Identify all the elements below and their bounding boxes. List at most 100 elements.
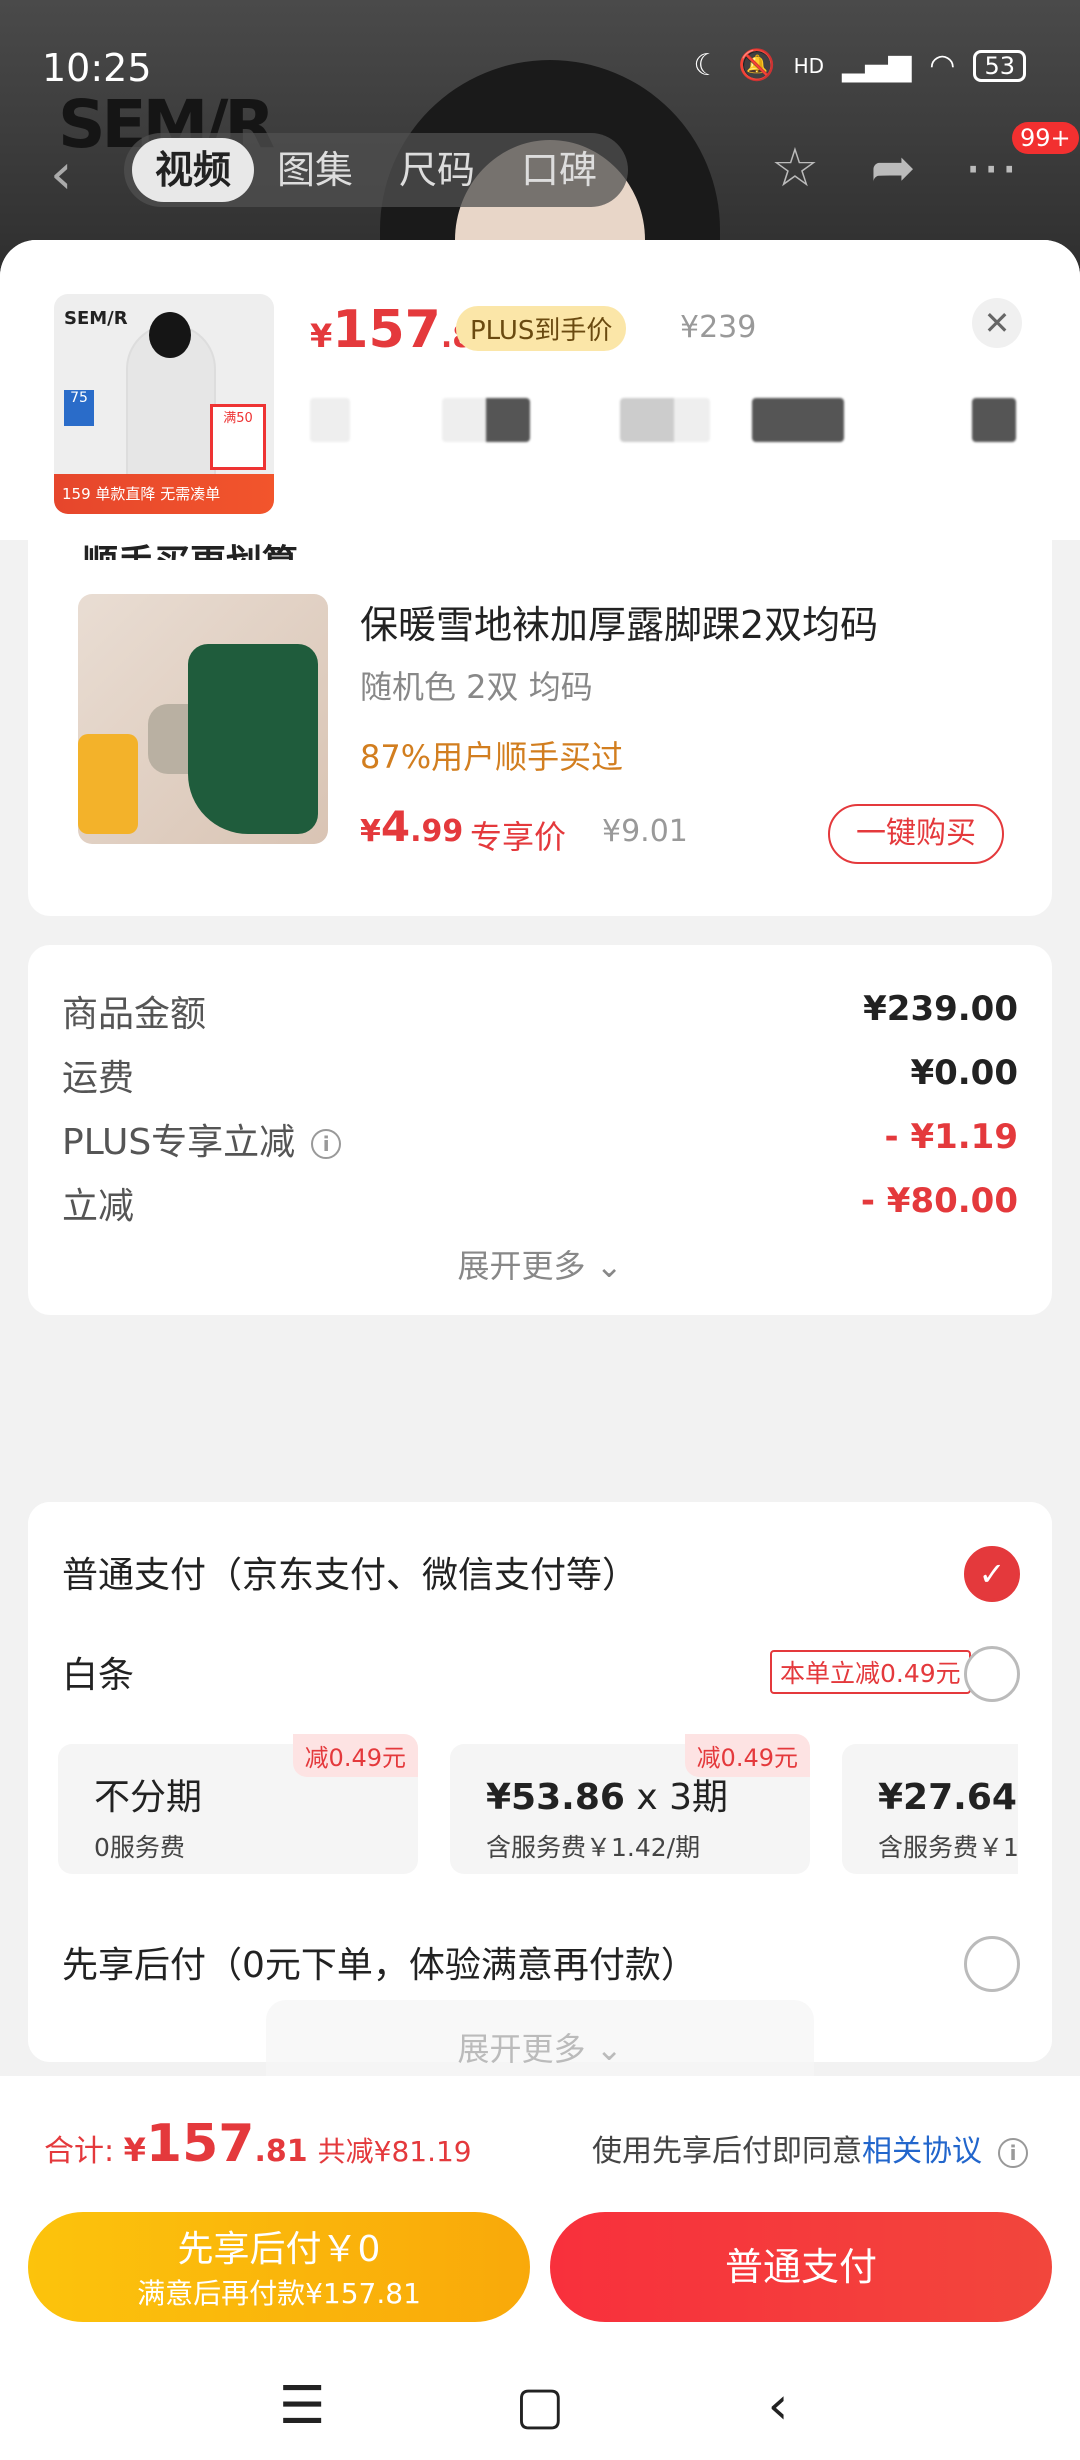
message-badge: 99+: [1012, 122, 1079, 154]
back-arrow-icon[interactable]: ‹: [50, 142, 72, 207]
plan-times: x: [624, 1777, 670, 1818]
thumb-brand: SEM/R: [64, 308, 128, 329]
summary-value: - ¥80.00: [860, 1181, 1018, 1221]
plan-main: ¥53.86 x 3期: [486, 1768, 728, 1820]
wifi-icon: ◠: [929, 48, 956, 83]
price-summary-card: 商品金额 ¥239.00 运费 ¥0.00 PLUS专享立减 i - ¥1.19 …: [28, 945, 1052, 1315]
plan-cut-tag: 减0.49元: [292, 1734, 418, 1777]
one-click-buy-button[interactable]: 一键购买: [828, 804, 1004, 864]
sku-options-blurred[interactable]: [310, 398, 1030, 442]
exclusive-label: 专享价: [470, 818, 567, 856]
pay-normal-radio[interactable]: ✓: [964, 1546, 1020, 1602]
status-time: 10:25: [42, 46, 152, 90]
addon-price-integer: 4: [380, 802, 411, 851]
tab-video[interactable]: 视频: [132, 138, 255, 202]
plan-6-periods[interactable]: ¥27.64 x 6期 含服务费￥1: [842, 1744, 1018, 1874]
pay-later-button[interactable]: 先享后付￥0 满意后再付款¥157.81: [28, 2212, 530, 2322]
battery-icon: 53: [973, 49, 1026, 82]
addon-title: 保暖雪地袜加厚露脚踝2双均码: [360, 603, 879, 647]
hd-label: HD: [793, 53, 825, 78]
installment-plans: 不分期 0服务费 减0.49元 ¥53.86 x 3期 含服务费￥1.42/期 …: [58, 1734, 1018, 1874]
chevron-down-icon: ⌄: [595, 1247, 623, 1285]
order-total: 合计: ¥157.81 共减¥81.19: [44, 2114, 472, 2174]
summary-label: 立减: [62, 1186, 135, 1227]
expand-label: 展开更多: [457, 2030, 586, 2068]
agreement-link[interactable]: 相关协议: [862, 2134, 982, 2169]
plan-cut-tag: 减0.49元: [684, 1734, 810, 1777]
normal-pay-button[interactable]: 普通支付: [550, 2212, 1052, 2322]
total-decimal: .81: [254, 2134, 308, 2169]
expand-label: 展开更多: [457, 1247, 586, 1285]
summary-row-plus-discount: PLUS专享立减 i - ¥1.19: [62, 1113, 1018, 1173]
plan-3-periods[interactable]: ¥53.86 x 3期 含服务费￥1.42/期 减0.49元: [450, 1734, 810, 1874]
total-saved: 共减¥81.19: [317, 2135, 472, 2168]
agreement-text: 使用先享后付即同意相关协议 i: [592, 2126, 1028, 2170]
signal-icon: ▂▄▆: [842, 48, 912, 83]
pay-later-button-sub: 满意后再付款¥157.81: [137, 2277, 421, 2310]
tab-reviews[interactable]: 口碑: [498, 138, 620, 202]
sock-product-image: [78, 594, 328, 844]
thumb-tag: 75: [64, 390, 94, 426]
star-icon[interactable]: ☆: [760, 136, 830, 206]
thumb-model-head: [149, 312, 191, 358]
summary-label: 运费: [62, 1058, 135, 1099]
checkout-footer: 合计: ¥157.81 共减¥81.19 使用先享后付即同意相关协议 i 先享后付￥…: [0, 2076, 1080, 2460]
back-icon[interactable]: ‹: [748, 2376, 808, 2436]
top-navigation: ‹ 视频 图集 尺码 口碑 ☆ ➦ ⋯ 99+: [0, 122, 1080, 218]
plan-amount: ¥53.86: [486, 1777, 625, 1818]
plan-sub: 0服务费: [94, 1833, 185, 1862]
baitiao-discount-tag: 本单立减0.49元: [770, 1650, 971, 1694]
close-button[interactable]: ✕: [972, 298, 1022, 348]
pay-later-label: 先享后付（0元下单，体验满意再付款）: [62, 1945, 697, 1986]
home-icon[interactable]: ▢: [510, 2376, 570, 2436]
price-integer: 157: [332, 300, 441, 360]
thumb-banner: 159 单款直降 无需凑单: [54, 474, 274, 514]
original-price: ¥239: [680, 310, 757, 345]
summary-row-subtotal: 商品金额 ¥239.00: [62, 985, 1018, 1045]
tab-size[interactable]: 尺码: [376, 138, 498, 202]
total-integer: 157: [145, 2114, 255, 2174]
expand-more-payment[interactable]: 展开更多 ⌄: [28, 2024, 1052, 2070]
addon-original-price: ¥9.01: [602, 814, 688, 849]
share-icon[interactable]: ➦: [858, 136, 928, 206]
summary-value: ¥239.00: [863, 989, 1018, 1029]
pay-baitiao-label: 白条: [62, 1655, 135, 1696]
chevron-down-icon: ⌄: [595, 2030, 623, 2068]
pay-later-radio[interactable]: [964, 1936, 1020, 1992]
media-tabs: 视频 图集 尺码 口碑: [124, 133, 629, 207]
expand-more-summary[interactable]: 展开更多 ⌄: [28, 1241, 1052, 1287]
summary-label: PLUS专享立减 i: [62, 1113, 342, 1165]
payment-methods-card: 普通支付（京东支付、微信支付等） ✓ 白条 本单立减0.49元 不分期 0服务费…: [28, 1502, 1052, 2068]
system-navigation-bar: ☰ ▢ ‹: [0, 2366, 1080, 2456]
menu-icon[interactable]: ☰: [272, 2376, 332, 2436]
pay-baitiao-row[interactable]: 白条 本单立减0.49元: [62, 1646, 1052, 1706]
plan-main: ¥27.64 x 6期: [878, 1768, 1018, 1820]
addon-buyers: 87%用户顺手买过: [360, 738, 624, 776]
plus-discount-label: PLUS专享立减: [62, 1122, 296, 1163]
product-thumbnail: SEM/R 75 满50 159 单款直降 无需凑单: [54, 294, 274, 514]
plus-price-tag: PLUS到手价: [456, 306, 627, 351]
info-icon[interactable]: i: [998, 2137, 1028, 2168]
plan-times: x: [1017, 1777, 1018, 1818]
pay-baitiao-radio[interactable]: [964, 1646, 1020, 1702]
thumb-price: 159: [62, 485, 91, 503]
pay-later-row[interactable]: 先享后付（0元下单，体验满意再付款）: [62, 1936, 1052, 1996]
total-currency: ¥: [123, 2131, 146, 2169]
tab-gallery[interactable]: 图集: [254, 138, 376, 202]
info-icon[interactable]: i: [311, 1129, 342, 1159]
addon-price-decimal: .99: [410, 814, 464, 849]
plan-period: 3期: [669, 1777, 729, 1818]
plan-amount: ¥27.64: [878, 1777, 1017, 1818]
pay-normal-row[interactable]: 普通支付（京东支付、微信支付等） ✓: [62, 1546, 1052, 1606]
pay-normal-label: 普通支付（京东支付、微信支付等）: [62, 1555, 639, 1596]
summary-row-shipping: 运费 ¥0.00: [62, 1049, 1018, 1109]
summary-row-discount: 立减 - ¥80.00: [62, 1177, 1018, 1237]
plan-sub: 含服务费￥1.42/期: [486, 1833, 701, 1862]
thumb-banner-text: 单款直降 无需凑单: [95, 485, 221, 503]
addon-card: 顺手买更划算 保暖雪地袜加厚露脚踝2双均码 随机色 2双 均码 87%用户顺手买…: [28, 540, 1052, 916]
status-bar: 10:25 ☾ 🔕 HD ▂▄▆ ◠ 53: [0, 0, 1080, 130]
plan-sub: 含服务费￥1: [878, 1833, 1018, 1862]
status-icons: ☾ 🔕 HD ▂▄▆ ◠ 53: [693, 48, 1026, 83]
price-currency: ¥: [310, 317, 333, 355]
plan-no-installment[interactable]: 不分期 0服务费 减0.49元: [58, 1734, 418, 1874]
